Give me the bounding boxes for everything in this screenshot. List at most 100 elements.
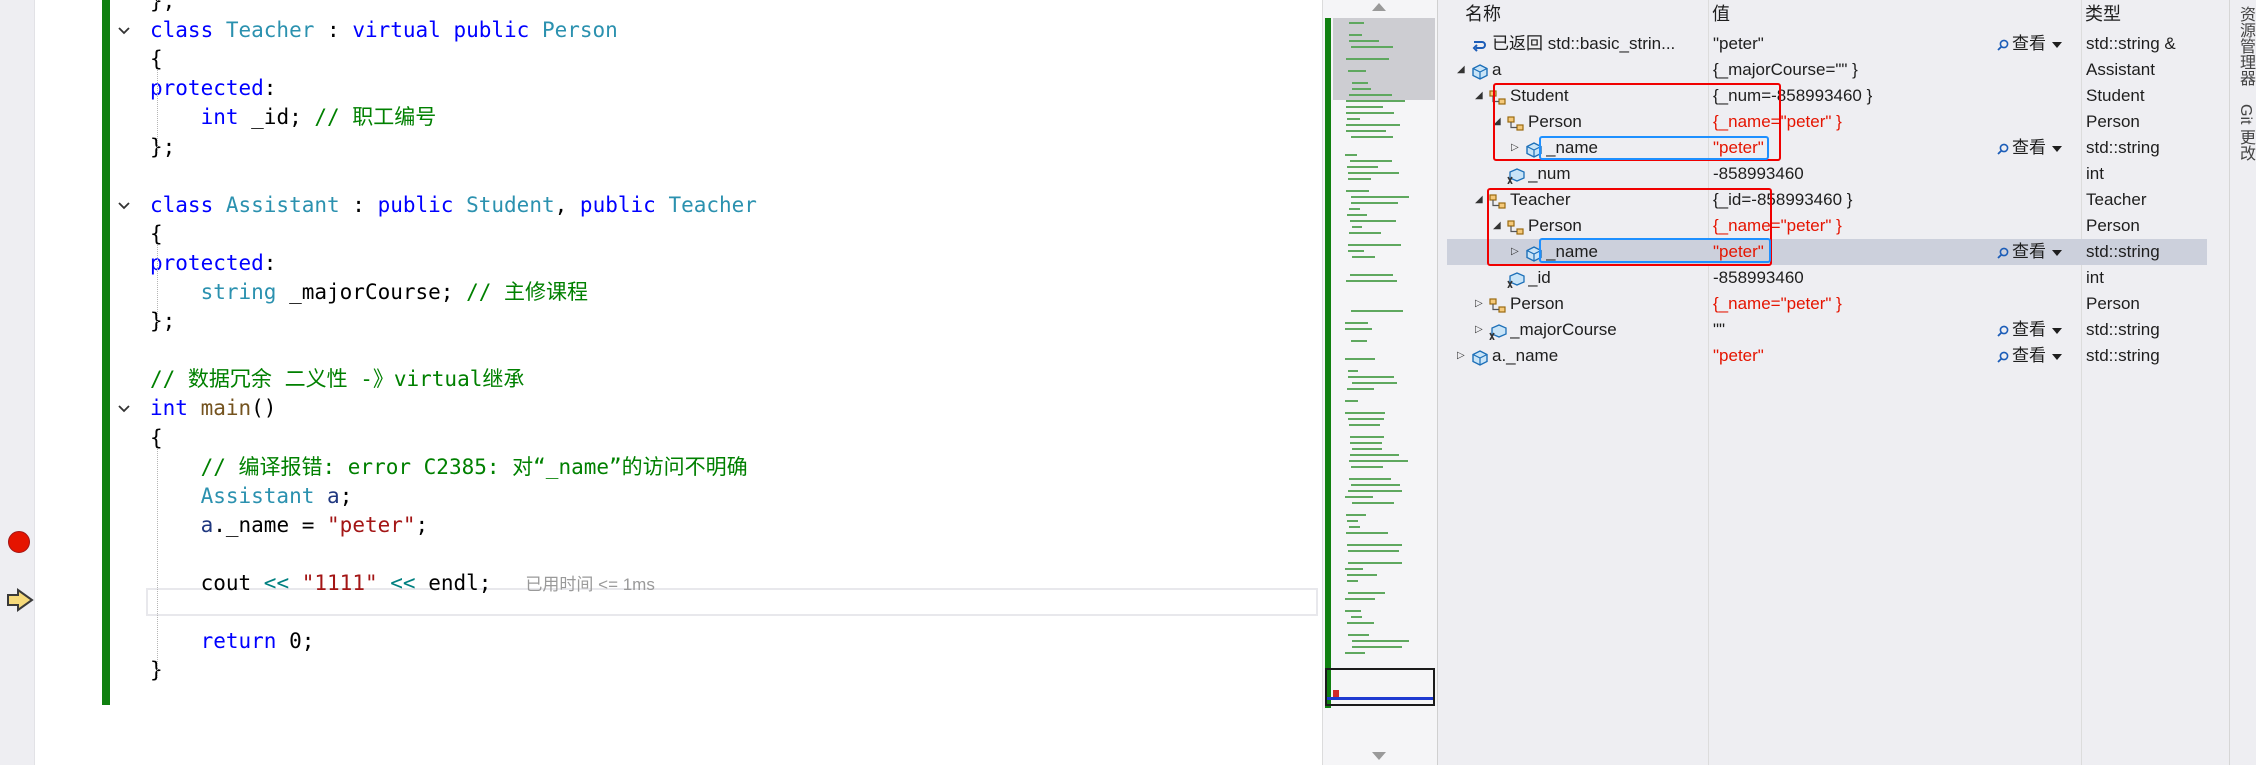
collapse-triangle-icon[interactable]: ◢ [1457, 57, 1471, 83]
dropdown-arrow-icon[interactable] [2052, 353, 2062, 360]
watch-type: std::string [2086, 346, 2160, 365]
minimap-line [1352, 88, 1371, 90]
watch-name: Person [1510, 294, 1564, 313]
tab-solution-explorer[interactable]: 资源管理器 [2233, 6, 2256, 86]
code-line[interactable]: protected: [150, 74, 276, 103]
dropdown-arrow-icon[interactable] [2052, 327, 2062, 334]
protected-field-icon [1489, 322, 1507, 341]
minimap-line [1352, 448, 1382, 450]
watch-row[interactable]: _num -858993460 int [1447, 161, 2207, 187]
watch-row[interactable]: ▷ a._name "peter" 查看 std::string [1447, 343, 2207, 369]
code-line[interactable]: a._name = "peter"; [150, 511, 429, 540]
code-line[interactable]: // 编译报错: error C2385: 对“_name”的访问不明确 [150, 453, 748, 482]
scroll-up-icon[interactable] [1372, 3, 1386, 11]
magnifier-icon [1997, 351, 2009, 363]
code-line[interactable]: }; [150, 133, 175, 162]
expand-triangle-icon[interactable]: ▷ [1475, 291, 1489, 317]
minimap-line [1347, 214, 1367, 216]
magnifier-icon [1997, 39, 2009, 51]
minimap-line [1348, 370, 1358, 372]
code-token: Student [466, 192, 555, 217]
magnifier-icon [1997, 143, 2009, 155]
scrollbar-minimap[interactable] [1322, 0, 1437, 765]
minimap-line [1348, 550, 1399, 552]
fold-chevron-icon[interactable] [116, 401, 132, 417]
scroll-down-icon[interactable] [1372, 752, 1386, 760]
watch-name: _majorCourse [1510, 320, 1617, 339]
minimap-line [1347, 580, 1358, 582]
watch-value[interactable]: "peter" [1713, 31, 1988, 57]
code-token: Assistant [225, 192, 340, 217]
code-token: Person [541, 18, 618, 43]
code-line[interactable]: return 0; [150, 627, 315, 656]
watch-row[interactable]: ▷ _majorCourse "" 查看 std::string [1447, 317, 2207, 343]
code-line[interactable]: class Teacher : virtual public Person [150, 16, 618, 45]
minimap-line [1345, 358, 1375, 360]
object-icon [1471, 348, 1489, 366]
code-line[interactable]: }; [150, 0, 175, 16]
visualizer-view-button[interactable]: 查看 [1997, 317, 2062, 343]
breakpoint-icon[interactable] [8, 531, 30, 553]
watch-value[interactable]: {_majorCourse="" } [1713, 57, 1988, 83]
minimap-line [1349, 40, 1379, 42]
code-line[interactable]: Assistant a; [150, 482, 353, 511]
watch-value[interactable]: -858993460 [1713, 161, 1988, 187]
visualizer-view-button[interactable]: 查看 [1997, 239, 2062, 265]
minimap-line [1350, 274, 1393, 276]
code-line[interactable]: int main() [150, 394, 276, 423]
minimap-line [1346, 100, 1405, 102]
tab-git-changes[interactable]: Git 更改 [2233, 104, 2256, 161]
breakpoint-gutter[interactable] [0, 0, 34, 765]
code-token: : [263, 250, 277, 275]
panel-splitter[interactable] [1437, 0, 1447, 765]
minimap-line [1346, 130, 1386, 132]
watch-row[interactable]: ◢ a {_majorCourse="" } Assistant [1447, 57, 2207, 83]
expand-triangle-icon[interactable]: ▷ [1475, 317, 1489, 343]
minimap-line [1349, 478, 1391, 480]
code-line[interactable]: protected: [150, 249, 276, 278]
visualizer-view-button[interactable]: 查看 [1997, 343, 2062, 369]
code-line[interactable]: // 数据冗余 二义性 -》virtual继承 [150, 365, 524, 394]
code-token: // 主修课程 [466, 280, 589, 304]
code-token: public [377, 192, 467, 217]
code-token: main [200, 396, 252, 421]
minimap-line [1351, 136, 1393, 138]
dropdown-arrow-icon[interactable] [2052, 41, 2062, 48]
code-line[interactable]: }; [150, 307, 175, 336]
minimap-viewport-box[interactable] [1325, 668, 1435, 706]
watch-value[interactable]: "" [1713, 317, 1988, 343]
watch-value[interactable]: "peter" [1713, 343, 1988, 369]
code-token: : [339, 192, 378, 217]
fold-chevron-icon[interactable] [116, 23, 132, 39]
expand-triangle-icon[interactable]: ▷ [1457, 343, 1471, 369]
dropdown-arrow-icon[interactable] [2052, 249, 2062, 256]
watch-row[interactable]: 已返回 std::basic_strin... "peter" 查看 std::str… [1447, 31, 2207, 57]
watch-row[interactable]: ▷ Person {_name="peter" } Person [1447, 291, 2207, 317]
watch-value[interactable]: -858993460 [1713, 265, 1988, 291]
watch-type: std::string [2086, 242, 2160, 261]
column-header-type[interactable]: 类型 [2085, 0, 2121, 28]
visualizer-view-button[interactable]: 查看 [1997, 31, 2062, 57]
code-token: }; [150, 309, 176, 334]
code-line[interactable]: int _id; // 职工编号 [150, 103, 437, 132]
watch-window: 名称 值 类型 已返回 std::basic_strin... "peter" 查看… [1447, 0, 2229, 765]
collapse-triangle-icon[interactable]: ◢ [1475, 83, 1489, 109]
code-line[interactable]: cout << "1111" << endl; 已用时间 <= 1ms [150, 569, 655, 598]
minimap-line [1348, 250, 1364, 252]
dropdown-arrow-icon[interactable] [2052, 145, 2062, 152]
code-editor[interactable]: }; class Teacher : virtual public Person{… [0, 0, 1322, 765]
column-header-value[interactable]: 值 [1712, 0, 1730, 28]
visualizer-view-button[interactable]: 查看 [1997, 135, 2062, 161]
minimap-line [1347, 388, 1374, 390]
code-line[interactable]: string _majorCourse; // 主修课程 [150, 278, 588, 307]
gutter-divider [34, 0, 35, 765]
watch-value[interactable]: {_name="peter" } [1713, 291, 1988, 317]
minimap-line [1346, 280, 1397, 282]
minimap-line [1348, 376, 1394, 378]
code-token: << [263, 571, 290, 595]
column-header-name[interactable]: 名称 [1465, 0, 1501, 28]
code-line[interactable]: class Assistant : public Student, public… [150, 191, 757, 220]
watch-name: 已返回 std::basic_strin... [1492, 34, 1676, 53]
watch-row[interactable]: _id -858993460 int [1447, 265, 2207, 291]
fold-chevron-icon[interactable] [116, 198, 132, 214]
